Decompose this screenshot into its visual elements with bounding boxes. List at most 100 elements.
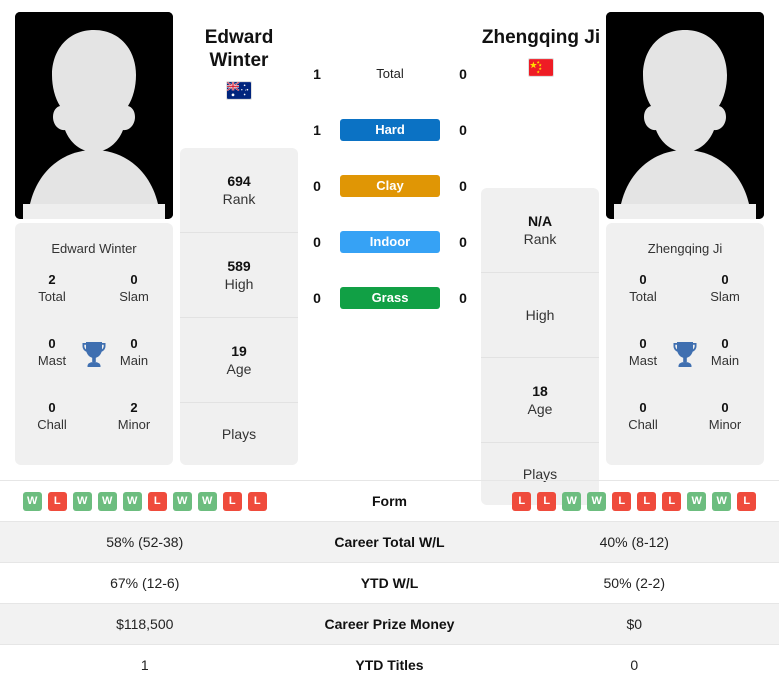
form-badge-l[interactable]: L — [222, 491, 242, 511]
info-plays-label-left: Plays — [221, 426, 257, 442]
trophy-icon — [673, 342, 697, 367]
comparison-header: Edward Winter 1 Total 0 1 Hard 0 0 Clay … — [0, 0, 779, 505]
h2h-label-clay[interactable]: Clay — [340, 175, 440, 197]
form-badge-w[interactable]: W — [122, 491, 142, 511]
titles-main-value-right: 0 — [721, 336, 729, 351]
titles-chall-label-left: Chall — [37, 417, 67, 432]
info-plays-left: Plays — [180, 403, 298, 465]
titles-mast-value-left: 0 — [48, 336, 56, 351]
stats-table: WLWWWLWWLL Form LLWWLLLWWL 58% (52-38) C… — [0, 480, 779, 685]
player-name-block-right: Zhengqing Ji — [476, 26, 606, 77]
titles-total-value-left: 2 — [48, 272, 56, 287]
row-left-value: 58% (52-38) — [106, 534, 184, 550]
h2h-row-hard: 1 Hard 0 — [305, 116, 475, 144]
titles-chall-left: 0 Chall — [21, 399, 83, 433]
player-silhouette-icon — [15, 12, 173, 219]
trophy-icon — [82, 342, 106, 367]
form-badge-w[interactable]: W — [22, 491, 42, 511]
form-badge-l[interactable]: L — [737, 491, 757, 511]
titles-total-label-left: Total — [38, 289, 66, 304]
titles-total-right: 0 Total — [612, 271, 674, 305]
titles-slam-left: 0 Slam — [103, 271, 165, 305]
info-age-value-left: 19 — [231, 343, 247, 359]
h2h-label-grass[interactable]: Grass — [340, 287, 440, 309]
player-photo-left — [15, 12, 173, 219]
h2h-right-value: 0 — [459, 122, 467, 138]
h2h-row-indoor: 0 Indoor 0 — [305, 228, 475, 256]
titles-mast-value-right: 0 — [639, 336, 647, 351]
player-name-line2-left: Winter — [209, 50, 269, 71]
titles-total-value-right: 0 — [639, 272, 647, 287]
form-badge-l[interactable]: L — [612, 491, 632, 511]
info-high-label-right: High — [525, 307, 555, 323]
titles-chall-right: 0 Chall — [612, 399, 674, 433]
table-row: 1 YTD Titles 0 — [0, 644, 779, 685]
info-high-label-left: High — [224, 276, 254, 292]
titles-chall-value-right: 0 — [639, 400, 647, 415]
form-badge-l[interactable]: L — [147, 491, 167, 511]
titles-mast-label-right: Mast — [628, 353, 658, 368]
form-badges-right: LLWWLLLWWL — [490, 491, 779, 511]
h2h-label-hard[interactable]: Hard — [340, 119, 440, 141]
titles-card-player-name-left: Edward Winter — [51, 241, 137, 256]
h2h-right-value: 0 — [459, 234, 467, 250]
titles-slam-value-right: 0 — [721, 272, 729, 287]
titles-mast-left: 0 Mast — [21, 335, 83, 369]
form-badge-w[interactable]: W — [712, 491, 732, 511]
titles-slam-right: 0 Slam — [694, 271, 756, 305]
titles-minor-label-right: Minor — [708, 417, 742, 432]
info-rank-label-right: Rank — [523, 231, 557, 247]
form-badge-w[interactable]: W — [72, 491, 92, 511]
form-badge-w[interactable]: W — [687, 491, 707, 511]
titles-slam-label-right: Slam — [710, 289, 740, 304]
row-label: YTD W/L — [360, 575, 419, 591]
form-badge-w[interactable]: W — [172, 491, 192, 511]
h2h-left-value: 0 — [313, 178, 321, 194]
info-rank-value-right: N/A — [527, 213, 553, 229]
row-right-value: 0 — [630, 657, 639, 673]
titles-mast-right: 0 Mast — [612, 335, 674, 369]
titles-minor-value-left: 2 — [130, 400, 138, 415]
titles-main-left: 0 Main — [103, 335, 165, 369]
player-name-block-left: Edward Winter — [174, 26, 304, 100]
form-badge-w[interactable]: W — [197, 491, 217, 511]
form-badge-l[interactable]: L — [537, 491, 557, 511]
titles-total-label-right: Total — [629, 289, 657, 304]
h2h-row-total: 1 Total 0 — [305, 60, 475, 88]
info-rank-value-left: 694 — [227, 173, 251, 189]
h2h-right-value: 0 — [459, 290, 467, 306]
form-badge-w[interactable]: W — [97, 491, 117, 511]
row-right-value: $0 — [626, 616, 643, 632]
h2h-left-value: 0 — [313, 290, 321, 306]
info-age-label-left: Age — [226, 361, 252, 377]
form-badge-w[interactable]: W — [562, 491, 582, 511]
info-high-left: 589 High — [180, 233, 298, 318]
h2h-label-indoor[interactable]: Indoor — [340, 231, 440, 253]
row-label: Career Prize Money — [324, 616, 455, 632]
h2h-right-value: 0 — [459, 178, 467, 194]
form-badge-l[interactable]: L — [512, 491, 532, 511]
form-badge-l[interactable]: L — [247, 491, 267, 511]
titles-minor-value-right: 0 — [721, 400, 729, 415]
info-age-value-right: 18 — [532, 383, 548, 399]
form-badge-l[interactable]: L — [637, 491, 657, 511]
info-high-value-left: 589 — [227, 258, 251, 274]
titles-card-left: Edward Winter 2 Total 0 Slam 0 Mast 0 Ma… — [15, 223, 173, 465]
form-badge-l[interactable]: L — [47, 491, 67, 511]
row-label: Career Total W/L — [334, 534, 445, 550]
row-left-value: $118,500 — [116, 616, 174, 632]
titles-mast-label-left: Mast — [37, 353, 67, 368]
titles-grid-right: 0 Total 0 Slam 0 Mast 0 Main 0 Chall 0 M… — [606, 271, 764, 446]
player-silhouette-icon — [606, 12, 764, 219]
row-label: YTD Titles — [355, 657, 424, 673]
h2h-right-value: 0 — [459, 66, 467, 82]
row-right-value: 40% (8-12) — [599, 534, 669, 550]
player-name-line1-left: Edward — [204, 27, 274, 48]
form-badge-w[interactable]: W — [587, 491, 607, 511]
form-badge-l[interactable]: L — [662, 491, 682, 511]
table-row-form: WLWWWLWWLL Form LLWWLLLWWL — [0, 480, 779, 521]
info-age-right: 18 Age — [481, 358, 599, 443]
info-rank-left: 694 Rank — [180, 148, 298, 233]
info-age-left: 19 Age — [180, 318, 298, 403]
h2h-left-value: 1 — [313, 122, 321, 138]
